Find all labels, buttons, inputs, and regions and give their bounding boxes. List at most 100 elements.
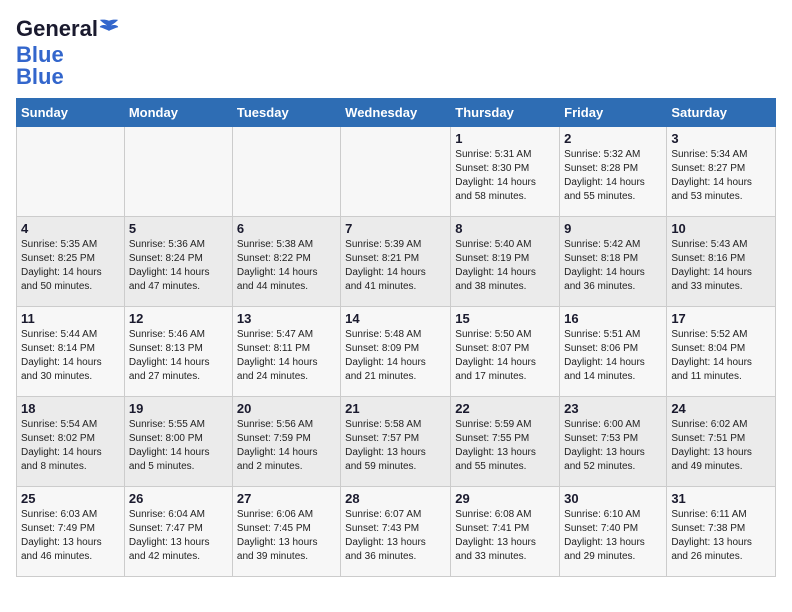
calendar-cell: 11 Sunrise: 5:44 AM Sunset: 8:14 PM Dayli…	[17, 307, 125, 397]
col-header-monday: Monday	[124, 99, 232, 127]
day-number: 25	[21, 491, 120, 506]
week-row-3: 11 Sunrise: 5:44 AM Sunset: 8:14 PM Dayli…	[17, 307, 776, 397]
calendar-cell: 24 Sunrise: 6:02 AM Sunset: 7:51 PM Dayli…	[667, 397, 776, 487]
day-number: 29	[455, 491, 555, 506]
calendar-cell: 1 Sunrise: 5:31 AM Sunset: 8:30 PM Daylig…	[451, 127, 560, 217]
page-header: General Blue Blue	[16, 16, 776, 90]
day-number: 3	[671, 131, 771, 146]
day-number: 13	[237, 311, 336, 326]
week-row-4: 18Sunrise: 5:54 AM Sunset: 8:02 PM Dayli…	[17, 397, 776, 487]
day-info: Sunrise: 5:59 AM Sunset: 7:55 PM Dayligh…	[455, 418, 555, 474]
day-info: Sunrise: 5:42 AM Sunset: 8:18 PM Dayligh…	[564, 238, 662, 294]
calendar-cell: 30Sunrise: 6:10 AM Sunset: 7:40 PM Dayli…	[560, 487, 667, 577]
calendar-cell: 27 Sunrise: 6:06 AM Sunset: 7:45 PM Dayli…	[232, 487, 340, 577]
logo-name: General	[16, 16, 120, 42]
week-row-2: 4Sunrise: 5:35 AM Sunset: 8:25 PM Daylig…	[17, 217, 776, 307]
calendar-cell: 5Sunrise: 5:36 AM Sunset: 8:24 PM Daylig…	[124, 217, 232, 307]
day-info: Sunrise: 6:08 AM Sunset: 7:41 PM Dayligh…	[455, 508, 555, 564]
day-info: Sunrise: 6:04 AM Sunset: 7:47 PM Dayligh…	[129, 508, 228, 564]
day-number: 14	[345, 311, 446, 326]
col-header-sunday: Sunday	[17, 99, 125, 127]
day-number: 27	[237, 491, 336, 506]
day-number: 1	[455, 131, 555, 146]
day-info: Sunrise: 5:51 AM Sunset: 8:06 PM Dayligh…	[564, 328, 662, 384]
week-row-1: 1 Sunrise: 5:31 AM Sunset: 8:30 PM Daylig…	[17, 127, 776, 217]
day-number: 5	[129, 221, 228, 236]
calendar-cell: 10 Sunrise: 5:43 AM Sunset: 8:16 PM Dayli…	[667, 217, 776, 307]
day-info: Sunrise: 5:35 AM Sunset: 8:25 PM Dayligh…	[21, 238, 120, 294]
day-number: 20	[237, 401, 336, 416]
calendar-cell: 6 Sunrise: 5:38 AM Sunset: 8:22 PM Daylig…	[232, 217, 340, 307]
day-number: 11	[21, 311, 120, 326]
calendar-cell: 16Sunrise: 5:51 AM Sunset: 8:06 PM Dayli…	[560, 307, 667, 397]
calendar-cell: 18Sunrise: 5:54 AM Sunset: 8:02 PM Dayli…	[17, 397, 125, 487]
day-number: 31	[671, 491, 771, 506]
day-number: 23	[564, 401, 662, 416]
day-info: Sunrise: 5:34 AM Sunset: 8:27 PM Dayligh…	[671, 148, 771, 204]
col-header-wednesday: Wednesday	[341, 99, 451, 127]
day-info: Sunrise: 6:00 AM Sunset: 7:53 PM Dayligh…	[564, 418, 662, 474]
logo-blue: Blue	[16, 64, 64, 90]
day-number: 17	[671, 311, 771, 326]
calendar-table: SundayMondayTuesdayWednesdayThursdayFrid…	[16, 98, 776, 577]
day-info: Sunrise: 5:43 AM Sunset: 8:16 PM Dayligh…	[671, 238, 771, 294]
day-info: Sunrise: 6:11 AM Sunset: 7:38 PM Dayligh…	[671, 508, 771, 564]
calendar-cell	[17, 127, 125, 217]
calendar-cell: 28Sunrise: 6:07 AM Sunset: 7:43 PM Dayli…	[341, 487, 451, 577]
day-info: Sunrise: 5:50 AM Sunset: 8:07 PM Dayligh…	[455, 328, 555, 384]
calendar-cell: 8Sunrise: 5:40 AM Sunset: 8:19 PM Daylig…	[451, 217, 560, 307]
col-header-friday: Friday	[560, 99, 667, 127]
logo: General Blue Blue	[16, 16, 120, 90]
day-info: Sunrise: 5:47 AM Sunset: 8:11 PM Dayligh…	[237, 328, 336, 384]
day-number: 28	[345, 491, 446, 506]
header-row: SundayMondayTuesdayWednesdayThursdayFrid…	[17, 99, 776, 127]
day-number: 7	[345, 221, 446, 236]
calendar-cell: 12 Sunrise: 5:46 AM Sunset: 8:13 PM Dayli…	[124, 307, 232, 397]
day-info: Sunrise: 5:48 AM Sunset: 8:09 PM Dayligh…	[345, 328, 446, 384]
day-number: 10	[671, 221, 771, 236]
day-number: 19	[129, 401, 228, 416]
calendar-cell	[232, 127, 340, 217]
day-info: Sunrise: 6:02 AM Sunset: 7:51 PM Dayligh…	[671, 418, 771, 474]
calendar-cell: 26Sunrise: 6:04 AM Sunset: 7:47 PM Dayli…	[124, 487, 232, 577]
calendar-cell: 20Sunrise: 5:56 AM Sunset: 7:59 PM Dayli…	[232, 397, 340, 487]
calendar-cell: 14 Sunrise: 5:48 AM Sunset: 8:09 PM Dayli…	[341, 307, 451, 397]
calendar-cell	[341, 127, 451, 217]
calendar-cell: 7 Sunrise: 5:39 AM Sunset: 8:21 PM Daylig…	[341, 217, 451, 307]
day-number: 21	[345, 401, 446, 416]
day-number: 30	[564, 491, 662, 506]
day-info: Sunrise: 5:40 AM Sunset: 8:19 PM Dayligh…	[455, 238, 555, 294]
calendar-cell: 23 Sunrise: 6:00 AM Sunset: 7:53 PM Dayli…	[560, 397, 667, 487]
calendar-cell: 19 Sunrise: 5:55 AM Sunset: 8:00 PM Dayli…	[124, 397, 232, 487]
day-info: Sunrise: 5:54 AM Sunset: 8:02 PM Dayligh…	[21, 418, 120, 474]
day-info: Sunrise: 5:44 AM Sunset: 8:14 PM Dayligh…	[21, 328, 120, 384]
day-number: 6	[237, 221, 336, 236]
day-info: Sunrise: 5:46 AM Sunset: 8:13 PM Dayligh…	[129, 328, 228, 384]
calendar-cell: 17 Sunrise: 5:52 AM Sunset: 8:04 PM Dayli…	[667, 307, 776, 397]
day-number: 9	[564, 221, 662, 236]
calendar-cell: 29 Sunrise: 6:08 AM Sunset: 7:41 PM Dayli…	[451, 487, 560, 577]
day-info: Sunrise: 5:39 AM Sunset: 8:21 PM Dayligh…	[345, 238, 446, 294]
day-number: 12	[129, 311, 228, 326]
day-info: Sunrise: 5:58 AM Sunset: 7:57 PM Dayligh…	[345, 418, 446, 474]
calendar-cell: 9 Sunrise: 5:42 AM Sunset: 8:18 PM Daylig…	[560, 217, 667, 307]
calendar-cell: 21 Sunrise: 5:58 AM Sunset: 7:57 PM Dayli…	[341, 397, 451, 487]
calendar-cell: 2 Sunrise: 5:32 AM Sunset: 8:28 PM Daylig…	[560, 127, 667, 217]
day-number: 22	[455, 401, 555, 416]
bird-icon	[98, 18, 120, 40]
calendar-cell: 3 Sunrise: 5:34 AM Sunset: 8:27 PM Daylig…	[667, 127, 776, 217]
day-number: 24	[671, 401, 771, 416]
col-header-saturday: Saturday	[667, 99, 776, 127]
day-info: Sunrise: 5:32 AM Sunset: 8:28 PM Dayligh…	[564, 148, 662, 204]
day-info: Sunrise: 5:52 AM Sunset: 8:04 PM Dayligh…	[671, 328, 771, 384]
col-header-tuesday: Tuesday	[232, 99, 340, 127]
calendar-cell: 22 Sunrise: 5:59 AM Sunset: 7:55 PM Dayli…	[451, 397, 560, 487]
day-info: Sunrise: 5:55 AM Sunset: 8:00 PM Dayligh…	[129, 418, 228, 474]
day-number: 2	[564, 131, 662, 146]
calendar-cell	[124, 127, 232, 217]
day-info: Sunrise: 5:31 AM Sunset: 8:30 PM Dayligh…	[455, 148, 555, 204]
day-info: Sunrise: 5:38 AM Sunset: 8:22 PM Dayligh…	[237, 238, 336, 294]
calendar-cell: 4Sunrise: 5:35 AM Sunset: 8:25 PM Daylig…	[17, 217, 125, 307]
day-number: 15	[455, 311, 555, 326]
day-info: Sunrise: 6:06 AM Sunset: 7:45 PM Dayligh…	[237, 508, 336, 564]
